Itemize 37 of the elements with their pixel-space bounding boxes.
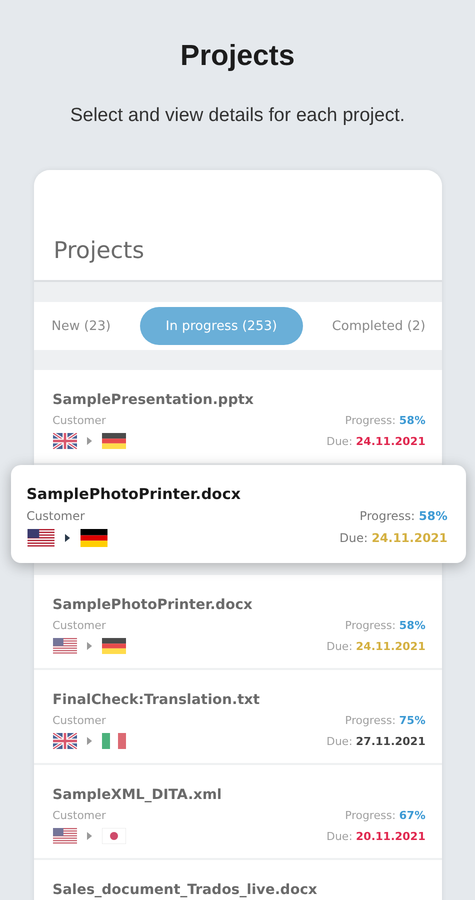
- customer-label: Customer: [52, 714, 106, 727]
- progress-label: Progress: 58%: [360, 509, 448, 523]
- caret-icon: [64, 534, 70, 542]
- progress-label: Progress: 58%: [345, 414, 426, 427]
- progress-label: Progress: 75%: [345, 714, 426, 727]
- project-name: SamplePhotoPrinter.docx: [52, 597, 254, 613]
- caret-icon: [86, 737, 92, 745]
- customer-label: Customer: [26, 509, 85, 523]
- caret-icon: [86, 437, 92, 445]
- project-card[interactable]: FinalCheck:Translation.txt Customer Progress: 75% Due: 27.11.2021: [34, 670, 442, 763]
- page-title: Projects: [180, 40, 295, 73]
- progress-label: Progress: 58%: [345, 619, 426, 632]
- due-date: Due: 20.11.2021: [326, 830, 426, 842]
- due-date: Due: 24.11.2021: [326, 434, 426, 448]
- project-card[interactable]: SamplePresentation.pptx Customer Progress: 58% Due: 24.11.2021: [34, 370, 442, 463]
- project-name: Sales_document_Trados_live.docx: [52, 882, 318, 898]
- customer-label: Customer: [52, 414, 106, 427]
- progress-label: Progress: 67%: [345, 809, 426, 822]
- due-date: Due: 24.11.2021: [326, 640, 426, 652]
- caret-icon: [86, 642, 92, 650]
- due-date: Due: 24.11.2021: [339, 531, 448, 545]
- project-card[interactable]: SamplePhotoPrinter.docx Customer Progress: 58% Due: 24.11.2021: [34, 575, 442, 668]
- project-card[interactable]: SampleXML_DITA.xml Customer Progress: 67% Due: 20.11.2021: [34, 765, 442, 858]
- project-card[interactable]: SamplePhotoPrinter.docx Customer Progress: 58% Due: 24.11.2021: [10, 465, 466, 563]
- project-name: FinalCheck:Translation.txt: [52, 692, 261, 708]
- due-date: Due: 27.11.2021: [326, 734, 426, 748]
- tab[interactable]: Completed (2): [324, 307, 434, 345]
- project-name: SamplePhotoPrinter.docx: [26, 485, 242, 503]
- project-name: SampleXML_DITA.xml: [52, 787, 223, 803]
- project-card[interactable]: Sales_document_Trados_live.docx: [34, 860, 442, 900]
- customer-label: Customer: [52, 619, 106, 632]
- project-name: SamplePresentation.pptx: [52, 392, 255, 408]
- tab[interactable]: New (23): [44, 307, 119, 345]
- caret-icon: [86, 832, 92, 840]
- page-subtitle: Select and view details for each project.: [70, 105, 405, 127]
- app-title: Projects: [54, 238, 144, 264]
- customer-label: Customer: [52, 809, 106, 822]
